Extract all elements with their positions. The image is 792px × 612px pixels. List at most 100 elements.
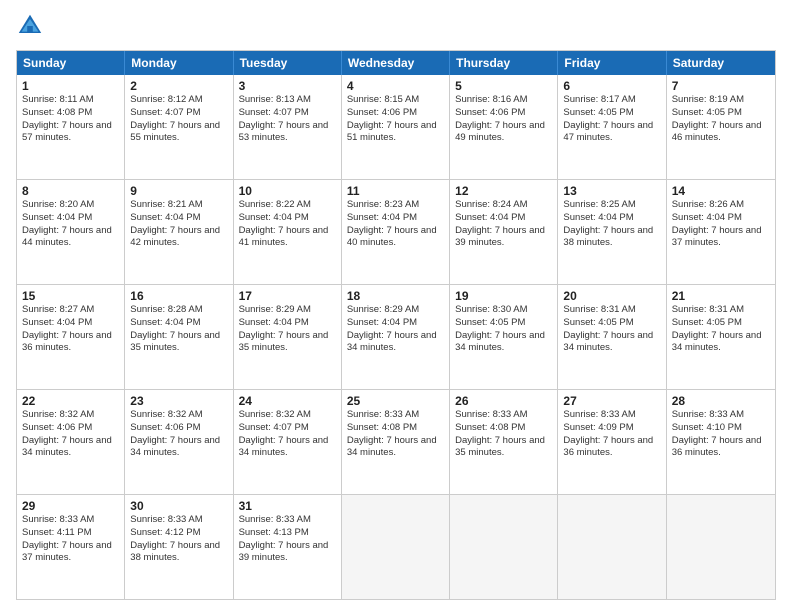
day-number: 25 xyxy=(347,394,444,408)
day-cell-21: 21Sunrise: 8:31 AMSunset: 4:05 PMDayligh… xyxy=(667,285,775,389)
day-cell-13: 13Sunrise: 8:25 AMSunset: 4:04 PMDayligh… xyxy=(558,180,666,284)
calendar-row-1: 1Sunrise: 8:11 AMSunset: 4:08 PMDaylight… xyxy=(17,75,775,179)
calendar-row-4: 22Sunrise: 8:32 AMSunset: 4:06 PMDayligh… xyxy=(17,389,775,494)
logo-icon xyxy=(16,12,44,40)
empty-cell xyxy=(342,495,450,599)
day-number: 21 xyxy=(672,289,770,303)
day-number: 23 xyxy=(130,394,227,408)
day-number: 31 xyxy=(239,499,336,513)
day-info: Sunrise: 8:23 AMSunset: 4:04 PMDaylight:… xyxy=(347,199,444,250)
day-info: Sunrise: 8:24 AMSunset: 4:04 PMDaylight:… xyxy=(455,199,552,250)
day-number: 14 xyxy=(672,184,770,198)
day-cell-18: 18Sunrise: 8:29 AMSunset: 4:04 PMDayligh… xyxy=(342,285,450,389)
day-info: Sunrise: 8:33 AMSunset: 4:11 PMDaylight:… xyxy=(22,514,119,565)
day-info: Sunrise: 8:22 AMSunset: 4:04 PMDaylight:… xyxy=(239,199,336,250)
calendar-header: SundayMondayTuesdayWednesdayThursdayFrid… xyxy=(17,51,775,75)
calendar-row-3: 15Sunrise: 8:27 AMSunset: 4:04 PMDayligh… xyxy=(17,284,775,389)
day-info: Sunrise: 8:33 AMSunset: 4:10 PMDaylight:… xyxy=(672,409,770,460)
day-number: 22 xyxy=(22,394,119,408)
day-cell-15: 15Sunrise: 8:27 AMSunset: 4:04 PMDayligh… xyxy=(17,285,125,389)
page: SundayMondayTuesdayWednesdayThursdayFrid… xyxy=(0,0,792,612)
day-info: Sunrise: 8:25 AMSunset: 4:04 PMDaylight:… xyxy=(563,199,660,250)
day-number: 9 xyxy=(130,184,227,198)
day-info: Sunrise: 8:29 AMSunset: 4:04 PMDaylight:… xyxy=(347,304,444,355)
day-info: Sunrise: 8:32 AMSunset: 4:06 PMDaylight:… xyxy=(130,409,227,460)
day-cell-9: 9Sunrise: 8:21 AMSunset: 4:04 PMDaylight… xyxy=(125,180,233,284)
logo xyxy=(16,12,48,40)
day-cell-26: 26Sunrise: 8:33 AMSunset: 4:08 PMDayligh… xyxy=(450,390,558,494)
day-number: 15 xyxy=(22,289,119,303)
day-info: Sunrise: 8:32 AMSunset: 4:07 PMDaylight:… xyxy=(239,409,336,460)
header-day-saturday: Saturday xyxy=(667,51,775,75)
empty-cell xyxy=(667,495,775,599)
day-info: Sunrise: 8:33 AMSunset: 4:08 PMDaylight:… xyxy=(455,409,552,460)
day-cell-4: 4Sunrise: 8:15 AMSunset: 4:06 PMDaylight… xyxy=(342,75,450,179)
day-cell-1: 1Sunrise: 8:11 AMSunset: 4:08 PMDaylight… xyxy=(17,75,125,179)
day-number: 2 xyxy=(130,79,227,93)
day-number: 29 xyxy=(22,499,119,513)
day-info: Sunrise: 8:17 AMSunset: 4:05 PMDaylight:… xyxy=(563,94,660,145)
day-info: Sunrise: 8:12 AMSunset: 4:07 PMDaylight:… xyxy=(130,94,227,145)
day-cell-24: 24Sunrise: 8:32 AMSunset: 4:07 PMDayligh… xyxy=(234,390,342,494)
day-cell-10: 10Sunrise: 8:22 AMSunset: 4:04 PMDayligh… xyxy=(234,180,342,284)
header-day-monday: Monday xyxy=(125,51,233,75)
day-info: Sunrise: 8:33 AMSunset: 4:13 PMDaylight:… xyxy=(239,514,336,565)
day-info: Sunrise: 8:33 AMSunset: 4:12 PMDaylight:… xyxy=(130,514,227,565)
day-number: 19 xyxy=(455,289,552,303)
day-number: 10 xyxy=(239,184,336,198)
day-cell-25: 25Sunrise: 8:33 AMSunset: 4:08 PMDayligh… xyxy=(342,390,450,494)
calendar-row-2: 8Sunrise: 8:20 AMSunset: 4:04 PMDaylight… xyxy=(17,179,775,284)
calendar: SundayMondayTuesdayWednesdayThursdayFrid… xyxy=(16,50,776,600)
day-cell-5: 5Sunrise: 8:16 AMSunset: 4:06 PMDaylight… xyxy=(450,75,558,179)
day-cell-20: 20Sunrise: 8:31 AMSunset: 4:05 PMDayligh… xyxy=(558,285,666,389)
day-info: Sunrise: 8:30 AMSunset: 4:05 PMDaylight:… xyxy=(455,304,552,355)
day-info: Sunrise: 8:33 AMSunset: 4:09 PMDaylight:… xyxy=(563,409,660,460)
day-number: 13 xyxy=(563,184,660,198)
day-info: Sunrise: 8:31 AMSunset: 4:05 PMDaylight:… xyxy=(672,304,770,355)
day-info: Sunrise: 8:33 AMSunset: 4:08 PMDaylight:… xyxy=(347,409,444,460)
day-info: Sunrise: 8:26 AMSunset: 4:04 PMDaylight:… xyxy=(672,199,770,250)
day-cell-2: 2Sunrise: 8:12 AMSunset: 4:07 PMDaylight… xyxy=(125,75,233,179)
day-cell-31: 31Sunrise: 8:33 AMSunset: 4:13 PMDayligh… xyxy=(234,495,342,599)
calendar-row-5: 29Sunrise: 8:33 AMSunset: 4:11 PMDayligh… xyxy=(17,494,775,599)
day-cell-7: 7Sunrise: 8:19 AMSunset: 4:05 PMDaylight… xyxy=(667,75,775,179)
header-day-sunday: Sunday xyxy=(17,51,125,75)
day-cell-27: 27Sunrise: 8:33 AMSunset: 4:09 PMDayligh… xyxy=(558,390,666,494)
header-day-friday: Friday xyxy=(558,51,666,75)
day-info: Sunrise: 8:27 AMSunset: 4:04 PMDaylight:… xyxy=(22,304,119,355)
day-info: Sunrise: 8:21 AMSunset: 4:04 PMDaylight:… xyxy=(130,199,227,250)
empty-cell xyxy=(558,495,666,599)
day-cell-17: 17Sunrise: 8:29 AMSunset: 4:04 PMDayligh… xyxy=(234,285,342,389)
day-number: 5 xyxy=(455,79,552,93)
header xyxy=(16,12,776,40)
day-number: 1 xyxy=(22,79,119,93)
day-info: Sunrise: 8:32 AMSunset: 4:06 PMDaylight:… xyxy=(22,409,119,460)
day-cell-11: 11Sunrise: 8:23 AMSunset: 4:04 PMDayligh… xyxy=(342,180,450,284)
day-cell-8: 8Sunrise: 8:20 AMSunset: 4:04 PMDaylight… xyxy=(17,180,125,284)
day-number: 8 xyxy=(22,184,119,198)
day-info: Sunrise: 8:19 AMSunset: 4:05 PMDaylight:… xyxy=(672,94,770,145)
day-number: 16 xyxy=(130,289,227,303)
calendar-body: 1Sunrise: 8:11 AMSunset: 4:08 PMDaylight… xyxy=(17,75,775,599)
day-number: 4 xyxy=(347,79,444,93)
day-info: Sunrise: 8:28 AMSunset: 4:04 PMDaylight:… xyxy=(130,304,227,355)
day-cell-19: 19Sunrise: 8:30 AMSunset: 4:05 PMDayligh… xyxy=(450,285,558,389)
day-info: Sunrise: 8:16 AMSunset: 4:06 PMDaylight:… xyxy=(455,94,552,145)
day-cell-6: 6Sunrise: 8:17 AMSunset: 4:05 PMDaylight… xyxy=(558,75,666,179)
day-cell-12: 12Sunrise: 8:24 AMSunset: 4:04 PMDayligh… xyxy=(450,180,558,284)
day-number: 24 xyxy=(239,394,336,408)
day-number: 11 xyxy=(347,184,444,198)
day-info: Sunrise: 8:29 AMSunset: 4:04 PMDaylight:… xyxy=(239,304,336,355)
day-number: 28 xyxy=(672,394,770,408)
day-number: 7 xyxy=(672,79,770,93)
day-number: 6 xyxy=(563,79,660,93)
header-day-wednesday: Wednesday xyxy=(342,51,450,75)
day-cell-14: 14Sunrise: 8:26 AMSunset: 4:04 PMDayligh… xyxy=(667,180,775,284)
day-number: 18 xyxy=(347,289,444,303)
day-cell-30: 30Sunrise: 8:33 AMSunset: 4:12 PMDayligh… xyxy=(125,495,233,599)
day-cell-28: 28Sunrise: 8:33 AMSunset: 4:10 PMDayligh… xyxy=(667,390,775,494)
day-number: 26 xyxy=(455,394,552,408)
day-info: Sunrise: 8:11 AMSunset: 4:08 PMDaylight:… xyxy=(22,94,119,145)
day-number: 17 xyxy=(239,289,336,303)
day-number: 3 xyxy=(239,79,336,93)
